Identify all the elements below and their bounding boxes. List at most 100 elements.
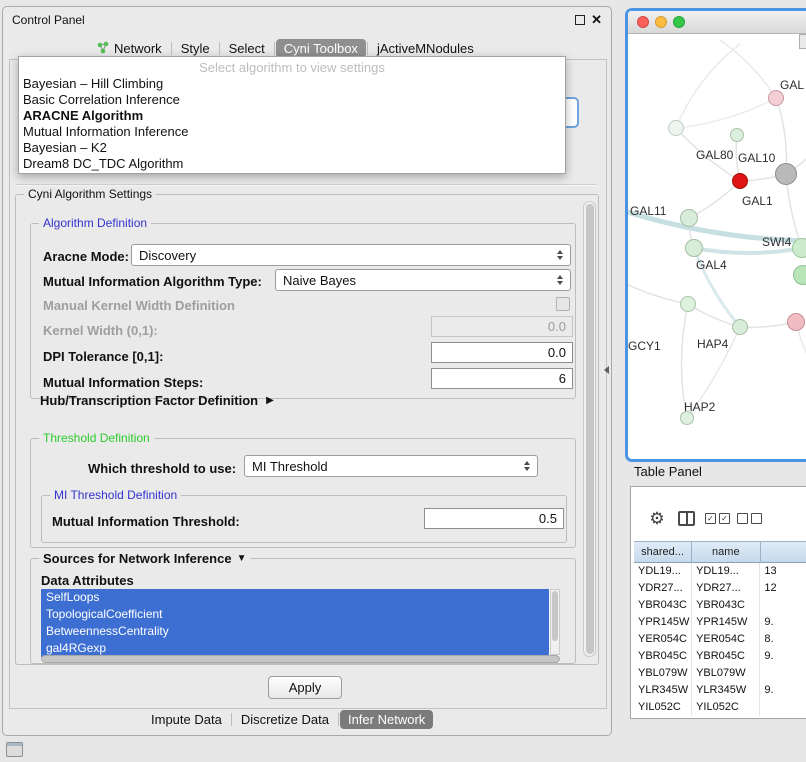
tab-divider [171, 42, 172, 55]
table-row[interactable]: YIL052CYIL052C [631, 699, 806, 716]
network-node-n2[interactable] [668, 120, 684, 136]
node-label-gal: GAL [780, 78, 804, 92]
algorithm-option-bayesian-hill-climbing[interactable]: Bayesian – Hill Climbing [19, 76, 565, 92]
tab-divider [219, 42, 220, 55]
table-cell: 12 [760, 580, 806, 597]
algorithm-select-fragment[interactable] [564, 97, 579, 128]
table-row[interactable]: YPR145WYPR145W9. [631, 614, 806, 631]
node-label-hap2: HAP2 [684, 400, 715, 414]
tab-label: Cyni Toolbox [284, 41, 358, 56]
network-window-titlebar[interactable] [628, 11, 806, 34]
node-label-gal10: GAL10 [738, 151, 775, 165]
column-header-2[interactable] [761, 541, 806, 563]
mi-threshold-field[interactable]: 0.5 [424, 508, 564, 529]
data-attributes-list: SelfLoopsTopologicalCoefficientBetweenne… [41, 589, 560, 663]
kernel-width-label: Kernel Width (0,1): [43, 323, 158, 338]
table-cell: YIL052C [692, 699, 760, 716]
traffic-light-close-icon[interactable] [637, 16, 649, 28]
attributes-scrollbar-vertical[interactable] [550, 589, 560, 655]
aracne-mode-select[interactable]: Discovery [131, 244, 571, 266]
dpi-tolerance-value: 0.0 [548, 345, 566, 360]
traffic-light-zoom-icon[interactable] [673, 16, 685, 28]
aracne-mode-label: Aracne Mode: [43, 249, 129, 264]
mi-threshold-value: 0.5 [539, 511, 557, 526]
table-row[interactable]: YDL19...YDL19...13 [631, 563, 806, 580]
network-node-n9[interactable] [793, 265, 806, 285]
node-label-gal1: GAL1 [742, 194, 773, 208]
network-node-n1[interactable] [768, 90, 784, 106]
algorithm-popup: Select algorithm to view settings Bayesi… [18, 56, 566, 174]
network-node-n5[interactable] [775, 163, 797, 185]
network-node-n11[interactable] [787, 313, 805, 331]
columns-icon[interactable] [678, 511, 695, 526]
bottom-tab-bar: Impute DataDiscretize DataInfer Network [143, 708, 433, 730]
apply-button[interactable]: Apply [268, 676, 342, 699]
table-row[interactable]: YER054CYER054C8. [631, 631, 806, 648]
table-header-row: shared...name [631, 541, 806, 563]
attributes-scrollbar-horizontal[interactable] [41, 655, 560, 663]
network-scrollbar-fragment[interactable] [799, 34, 806, 49]
threshold-definition-title-text: Threshold Definition [43, 431, 150, 445]
algorithm-option-basic-correlation-inference[interactable]: Basic Correlation Inference [19, 92, 565, 108]
column-header-name[interactable]: name [692, 541, 761, 563]
dpi-tolerance-field[interactable]: 0.0 [431, 342, 573, 363]
settings-group-title-text: Cyni Algorithm Settings [28, 187, 152, 201]
network-canvas[interactable]: GALGAL80GAL10GAL1GAL11SWI4GAL4GCY1HAP4HA… [628, 34, 806, 454]
network-edge[interactable] [628, 281, 688, 304]
mi-steps-field[interactable]: 6 [431, 368, 573, 389]
attribute-item-selfloops[interactable]: SelfLoops [41, 589, 549, 606]
algorithm-option-bayesian-k2[interactable]: Bayesian – K2 [19, 140, 565, 156]
tab-label: jActiveMNodules [377, 41, 474, 56]
float-window-icon[interactable] [575, 15, 585, 25]
sources-section-toggle[interactable]: Sources for Network Inference ▼ [39, 551, 250, 566]
table-cell: YDL19... [634, 563, 692, 580]
settings-scrollbar-track[interactable] [583, 201, 596, 657]
tab-infer-network[interactable]: Infer Network [340, 710, 433, 729]
network-edge[interactable] [720, 40, 776, 98]
deselect-all-icon[interactable] [737, 513, 762, 524]
settings-scrollbar-thumb[interactable] [586, 204, 594, 654]
table-cell: YBL079W [692, 665, 760, 682]
attribute-item-topologicalcoefficient[interactable]: TopologicalCoefficient [41, 606, 549, 623]
network-edge[interactable] [676, 44, 740, 128]
attributes-scrollbar-thumb[interactable] [552, 591, 558, 641]
mi-algorithm-type-select[interactable]: Naive Bayes [275, 269, 571, 291]
tab-discretize-data[interactable]: Discretize Data [233, 710, 337, 729]
algorithm-option-mutual-information-inference[interactable]: Mutual Information Inference [19, 124, 565, 140]
network-view-window[interactable]: GALGAL80GAL10GAL1GAL11SWI4GAL4GCY1HAP4HA… [625, 8, 806, 462]
network-node-n7[interactable] [685, 239, 703, 257]
tab-divider [338, 713, 339, 726]
network-node-n8[interactable] [792, 238, 806, 258]
node-label-hap4: HAP4 [697, 337, 728, 351]
table-row[interactable]: YBR045CYBR045C9. [631, 648, 806, 665]
network-edge[interactable] [676, 98, 776, 128]
hub-transcription-section-toggle[interactable]: Hub/Transcription Factor Definition ▶ [40, 393, 274, 408]
table-cell: 8. [760, 631, 806, 648]
network-node-n6[interactable] [680, 209, 698, 227]
node-label-gal11: GAL11 [630, 204, 666, 218]
algorithm-option-aracne-algorithm[interactable]: ARACNE Algorithm [19, 108, 565, 124]
tab-impute-data[interactable]: Impute Data [143, 710, 230, 729]
mi-threshold-definition-title-text: MI Threshold Definition [54, 488, 177, 502]
network-node-n4[interactable] [732, 173, 748, 189]
network-node-n10[interactable] [732, 319, 748, 335]
traffic-light-minimize-icon[interactable] [655, 16, 667, 28]
which-threshold-select[interactable]: MI Threshold [244, 455, 538, 477]
table-row[interactable]: YLR345WYLR345W9. [631, 682, 806, 699]
mi-algorithm-type-value: Naive Bayes [283, 273, 551, 288]
window-title: Control Panel [12, 13, 85, 27]
table-cell [760, 597, 806, 614]
minimized-panel-icon[interactable] [6, 742, 23, 757]
table-row[interactable]: YDR27...YDR27...12 [631, 580, 806, 597]
algorithm-option-dream8-dc-tdc-algorithm[interactable]: Dream8 DC_TDC Algorithm [19, 156, 565, 172]
gear-icon[interactable]: ⚙ [647, 509, 667, 529]
network-node-n3[interactable] [730, 128, 744, 142]
column-header-shared[interactable]: shared... [634, 541, 692, 563]
attribute-item-betweennesscentrality[interactable]: BetweennessCentrality [41, 623, 549, 640]
table-row[interactable]: YBR043CYBR043C [631, 597, 806, 614]
splitter-handle[interactable] [604, 366, 609, 374]
close-icon[interactable]: ✕ [591, 12, 602, 28]
network-node-n12[interactable] [680, 296, 696, 312]
table-row[interactable]: YBL079WYBL079W [631, 665, 806, 682]
select-all-icon[interactable] [705, 513, 730, 524]
